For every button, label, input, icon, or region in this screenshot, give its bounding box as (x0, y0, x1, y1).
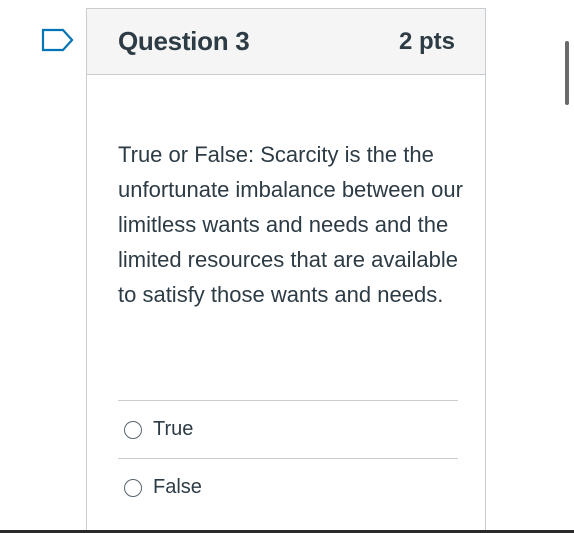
flag-question-icon[interactable] (41, 28, 75, 52)
quiz-page: Question 3 2 pts True or False: Scarcity… (0, 0, 574, 533)
question-card: Question 3 2 pts True or False: Scarcity… (86, 8, 486, 533)
answer-option-false[interactable]: False (118, 458, 458, 516)
answer-list: True False (118, 400, 458, 516)
radio-button-true[interactable] (124, 420, 142, 439)
answer-option-true[interactable]: True (118, 400, 458, 458)
answer-label-false: False (153, 476, 202, 498)
answer-label-true: True (153, 418, 194, 440)
question-header: Question 3 2 pts (87, 9, 485, 75)
radio-button-false[interactable] (124, 478, 142, 497)
question-title: Question 3 (118, 26, 250, 56)
question-text: True or False: Scarcity is the the unfor… (118, 142, 463, 307)
scrollbar-thumb[interactable] (565, 41, 569, 105)
question-points: 2 pts (398, 27, 455, 55)
